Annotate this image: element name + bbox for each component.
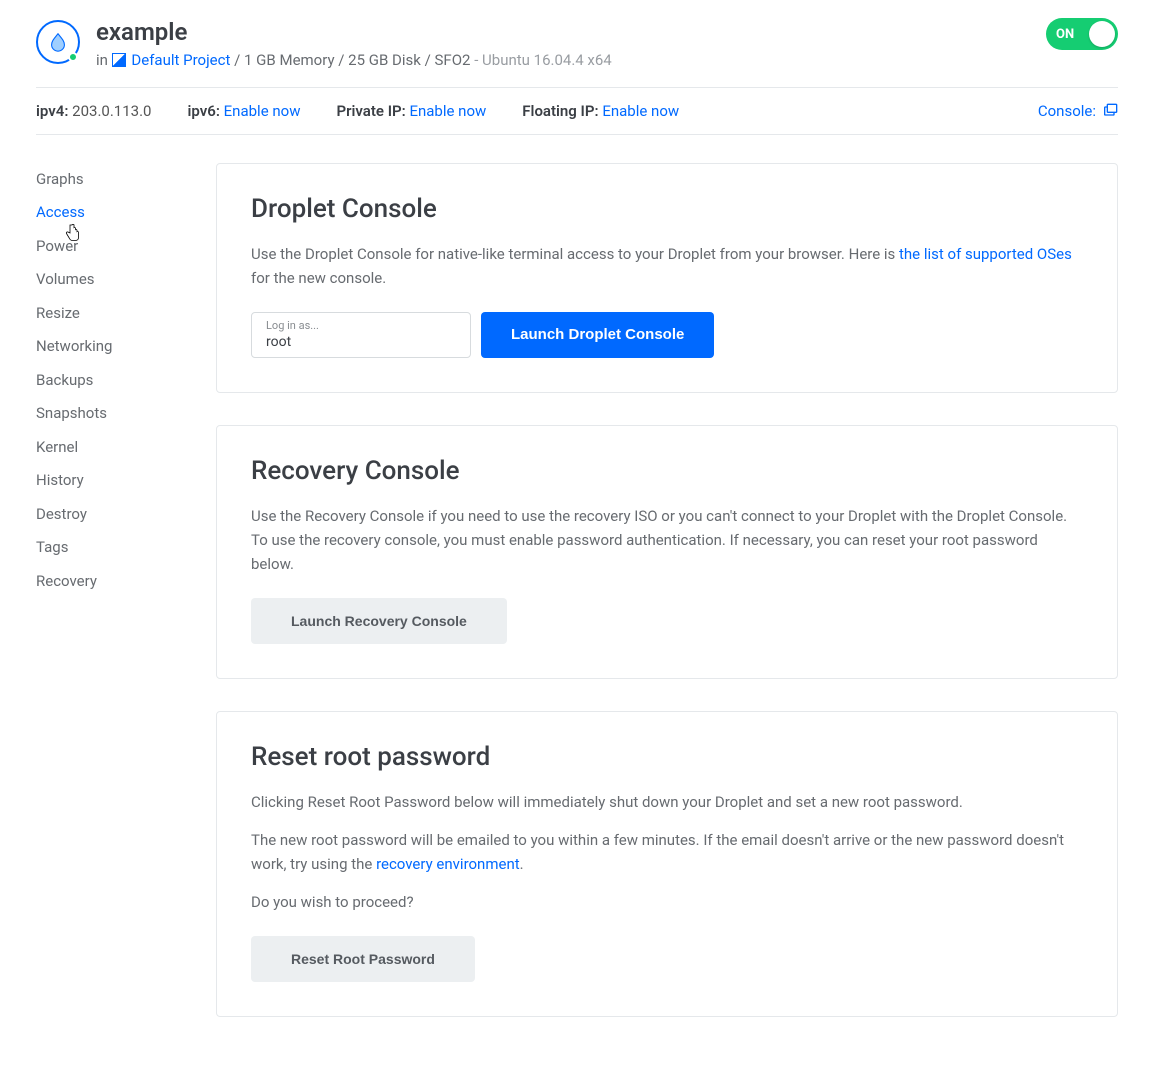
- p2-post: .: [520, 855, 524, 873]
- main-content: Droplet Console Use the Droplet Console …: [216, 163, 1118, 1049]
- sidebar-item-snapshots[interactable]: Snapshots: [36, 397, 176, 431]
- sidebar-item-recovery[interactable]: Recovery: [36, 565, 176, 599]
- droplet-title: example: [96, 18, 612, 47]
- action-row: Reset Root Password: [251, 936, 1083, 982]
- sidebar-item-networking[interactable]: Networking: [36, 330, 176, 364]
- reset-root-password-button[interactable]: Reset Root Password: [251, 936, 475, 982]
- login-as-field[interactable]: Log in as... root: [251, 312, 471, 358]
- ipv4: ipv4: 203.0.113.0: [36, 102, 151, 120]
- sidebar-item-volumes[interactable]: Volumes: [36, 263, 176, 297]
- header-text: example in Default Project / 1 GB Memory…: [96, 18, 612, 69]
- power-toggle[interactable]: ON: [1046, 18, 1118, 50]
- sidebar-item-access[interactable]: Access: [36, 196, 176, 230]
- sidebar-item-backups[interactable]: Backups: [36, 364, 176, 398]
- os-label: - Ubuntu 16.04.4 x64: [474, 51, 612, 69]
- droplet-meta: in Default Project / 1 GB Memory / 25 GB…: [96, 51, 612, 69]
- floating-ip-label: Floating IP:: [522, 102, 598, 120]
- console-link[interactable]: Console:: [1038, 102, 1118, 120]
- layout: GraphsAccessPowerVolumesResizeNetworking…: [36, 163, 1118, 1049]
- droplet-icon: [36, 20, 80, 64]
- desc-pre: Use the Droplet Console for native-like …: [251, 245, 899, 263]
- droplet-console-title: Droplet Console: [251, 194, 1083, 224]
- sidebar-item-power[interactable]: Power: [36, 230, 176, 264]
- login-value: root: [266, 334, 291, 350]
- action-row: Launch Recovery Console: [251, 598, 1083, 644]
- floating-ip-enable-link[interactable]: Enable now: [602, 102, 679, 120]
- ipv6: ipv6: Enable now: [187, 102, 300, 120]
- ipv4-value: 203.0.113.0: [72, 102, 151, 120]
- sidebar-item-kernel[interactable]: Kernel: [36, 431, 176, 465]
- console-label: Console:: [1038, 102, 1096, 120]
- recovery-environment-link[interactable]: recovery environment: [376, 855, 520, 873]
- private-ip: Private IP: Enable now: [336, 102, 486, 120]
- specs-label: / 1 GB Memory / 25 GB Disk / SFO2: [234, 51, 470, 69]
- toggle-label: ON: [1056, 27, 1074, 42]
- reset-root-confirm: Do you wish to proceed?: [251, 890, 1083, 914]
- login-label: Log in as...: [266, 319, 456, 332]
- toggle-knob: [1089, 21, 1115, 47]
- private-ip-label: Private IP:: [336, 102, 405, 120]
- ipv6-label: ipv6:: [187, 102, 219, 120]
- floating-ip: Floating IP: Enable now: [522, 102, 679, 120]
- info-bar-left: ipv4: 203.0.113.0 ipv6: Enable now Priva…: [36, 102, 679, 120]
- sidebar: GraphsAccessPowerVolumesResizeNetworking…: [36, 163, 176, 1049]
- recovery-console-title: Recovery Console: [251, 456, 1083, 486]
- p2-pre: The new root password will be emailed to…: [251, 831, 1064, 873]
- ipv4-label: ipv4:: [36, 102, 68, 120]
- reset-root-card: Reset root password Clicking Reset Root …: [216, 711, 1118, 1017]
- status-dot-icon: [68, 52, 78, 62]
- launch-recovery-console-button[interactable]: Launch Recovery Console: [251, 598, 507, 644]
- droplet-header: example in Default Project / 1 GB Memory…: [36, 18, 1118, 87]
- console-icon: [1102, 103, 1118, 119]
- reset-root-p2: The new root password will be emailed to…: [251, 828, 1083, 876]
- private-ip-enable-link[interactable]: Enable now: [409, 102, 486, 120]
- recovery-console-card: Recovery Console Use the Recovery Consol…: [216, 425, 1118, 679]
- project-link[interactable]: Default Project: [131, 51, 230, 69]
- info-bar: ipv4: 203.0.113.0 ipv6: Enable now Priva…: [36, 88, 1118, 134]
- action-row: Log in as... root Launch Droplet Console: [251, 312, 1083, 358]
- desc-post: for the new console.: [251, 269, 386, 287]
- divider: [36, 134, 1118, 135]
- reset-root-p1: Clicking Reset Root Password below will …: [251, 790, 1083, 814]
- reset-root-title: Reset root password: [251, 742, 1083, 772]
- sidebar-item-history[interactable]: History: [36, 464, 176, 498]
- launch-droplet-console-button[interactable]: Launch Droplet Console: [481, 312, 714, 358]
- project-icon: [112, 53, 126, 67]
- in-label: in: [96, 51, 108, 69]
- ipv6-enable-link[interactable]: Enable now: [224, 102, 301, 120]
- sidebar-item-destroy[interactable]: Destroy: [36, 498, 176, 532]
- supported-oses-link[interactable]: the list of supported OSes: [899, 245, 1072, 263]
- sidebar-item-tags[interactable]: Tags: [36, 531, 176, 565]
- header-left: example in Default Project / 1 GB Memory…: [36, 18, 612, 69]
- droplet-console-desc: Use the Droplet Console for native-like …: [251, 242, 1083, 290]
- recovery-console-desc: Use the Recovery Console if you need to …: [251, 504, 1083, 576]
- droplet-console-card: Droplet Console Use the Droplet Console …: [216, 163, 1118, 393]
- sidebar-item-graphs[interactable]: Graphs: [36, 163, 176, 197]
- sidebar-item-resize[interactable]: Resize: [36, 297, 176, 331]
